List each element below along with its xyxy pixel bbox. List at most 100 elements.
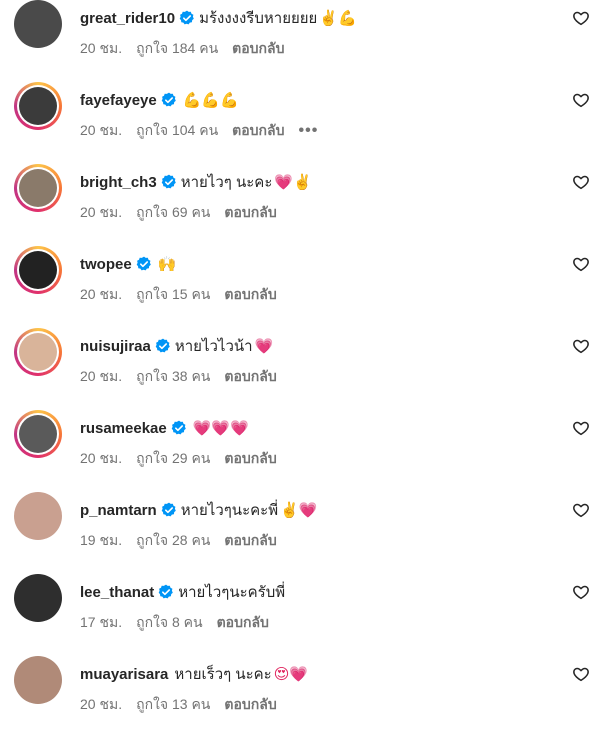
comment-timestamp[interactable]: 20 ชม. <box>80 202 122 224</box>
comment-meta: 20 ชม. ถูกใจ 104 คน ตอบกลับ ••• <box>80 120 332 142</box>
comment-item: fayefayeye 💪💪💪 20 ชม. ถูกใจ 104 คน ตอบกล… <box>0 82 600 178</box>
verified-badge-icon <box>161 92 177 108</box>
verified-badge-icon <box>179 10 195 26</box>
more-options-button[interactable]: ••• <box>299 123 319 139</box>
comment-text: หายไวๆนะครับพี่ <box>178 584 286 601</box>
comment-emoji: 💗💗💗 <box>192 419 249 437</box>
avatar[interactable] <box>14 492 62 540</box>
avatar[interactable] <box>14 574 62 622</box>
comment-emoji: 💗✌️ <box>274 173 312 191</box>
avatar-image <box>14 0 62 48</box>
avatar[interactable] <box>14 0 62 48</box>
verified-badge-icon <box>161 174 177 190</box>
like-count[interactable]: ถูกใจ 104 คน <box>136 120 218 142</box>
like-count[interactable]: ถูกใจ 184 คน <box>136 38 218 60</box>
comment-timestamp[interactable]: 20 ชม. <box>80 284 122 306</box>
reply-button[interactable]: ตอบกลับ <box>224 448 276 470</box>
avatar[interactable] <box>14 246 62 294</box>
avatar[interactable] <box>14 656 62 704</box>
comment-meta: 20 ชม. ถูกใจ 69 คน ตอบกลับ <box>80 202 291 224</box>
reply-button[interactable]: ตอบกลับ <box>224 284 276 306</box>
comment-item: bright_ch3 หายไวๆ นะคะ 💗✌️ 20 ชม. ถูกใจ … <box>0 164 600 260</box>
comment-list: great_rider10 มร้งงงงรีบหายยยย ✌️💪 20 ชม… <box>0 0 600 717</box>
comment-emoji: ✌️💪 <box>319 9 357 27</box>
avatar[interactable] <box>14 164 62 212</box>
like-heart-icon[interactable] <box>572 337 590 355</box>
avatar-image <box>19 251 57 289</box>
avatar-image <box>14 656 62 704</box>
comment-header: muayarisara หายเร็วๆ นะคะ 😍💗 <box>80 663 308 685</box>
comment-header: nuisujiraa หายไวไวน้า 💗 <box>80 335 273 357</box>
reply-button[interactable]: ตอบกลับ <box>224 530 276 552</box>
comment-meta: 19 ชม. ถูกใจ 28 คน ตอบกลับ <box>80 530 291 552</box>
like-count[interactable]: ถูกใจ 69 คน <box>136 202 210 224</box>
username-link[interactable]: muayarisara <box>80 666 168 683</box>
avatar[interactable] <box>14 410 62 458</box>
avatar-image <box>19 333 57 371</box>
comment-header: twopee 🙌 <box>80 253 176 275</box>
comment-header: lee_thanat หายไวๆนะครับพี่ <box>80 581 287 603</box>
username-link[interactable]: nuisujiraa <box>80 338 151 355</box>
like-count[interactable]: ถูกใจ 29 คน <box>136 448 210 470</box>
comment-timestamp[interactable]: 20 ชม. <box>80 366 122 388</box>
avatar-image <box>19 415 57 453</box>
comment-item: great_rider10 มร้งงงงรีบหายยยย ✌️💪 20 ชม… <box>0 0 600 96</box>
reply-button[interactable]: ตอบกลับ <box>232 120 284 142</box>
username-link[interactable]: great_rider10 <box>80 10 175 27</box>
username-link[interactable]: fayefayeye <box>80 92 157 109</box>
verified-badge-icon <box>155 338 171 354</box>
like-heart-icon[interactable] <box>572 255 590 273</box>
comment-emoji: 💗 <box>254 337 274 355</box>
comment-timestamp[interactable]: 20 ชม. <box>80 38 122 60</box>
comment-item: lee_thanat หายไวๆนะครับพี่ 17 ชม. ถูกใจ … <box>0 574 600 670</box>
reply-button[interactable]: ตอบกลับ <box>224 694 276 716</box>
comment-meta: 17 ชม. ถูกใจ 8 คน ตอบกลับ <box>80 612 283 634</box>
username-link[interactable]: twopee <box>80 256 132 273</box>
verified-badge-icon <box>136 256 152 272</box>
avatar-image <box>19 169 57 207</box>
avatar-image <box>14 574 62 622</box>
comment-meta: 20 ชม. ถูกใจ 13 คน ตอบกลับ <box>80 694 291 716</box>
comment-header: rusameekae 💗💗💗 <box>80 417 249 439</box>
comment-timestamp[interactable]: 20 ชม. <box>80 120 122 142</box>
comment-meta: 20 ชม. ถูกใจ 184 คน ตอบกลับ <box>80 38 299 60</box>
comment-item: twopee 🙌 20 ชม. ถูกใจ 15 คน ตอบกลับ <box>0 246 600 342</box>
like-count[interactable]: ถูกใจ 15 คน <box>136 284 210 306</box>
username-link[interactable]: bright_ch3 <box>80 174 157 191</box>
like-heart-icon[interactable] <box>572 9 590 27</box>
like-count[interactable]: ถูกใจ 13 คน <box>136 694 210 716</box>
like-heart-icon[interactable] <box>572 173 590 191</box>
like-heart-icon[interactable] <box>572 91 590 109</box>
username-link[interactable]: p_namtarn <box>80 502 157 519</box>
like-count[interactable]: ถูกใจ 38 คน <box>136 366 210 388</box>
comment-text: หายเร็วๆ นะคะ <box>174 666 272 683</box>
like-count[interactable]: ถูกใจ 28 คน <box>136 530 210 552</box>
like-heart-icon[interactable] <box>572 419 590 437</box>
comment-meta: 20 ชม. ถูกใจ 38 คน ตอบกลับ <box>80 366 291 388</box>
comment-text: หายไวไวน้า <box>174 338 253 355</box>
like-count[interactable]: ถูกใจ 8 คน <box>136 612 203 634</box>
like-heart-icon[interactable] <box>572 583 590 601</box>
comment-header: p_namtarn หายไวๆนะคะพี่ ✌️💗 <box>80 499 317 521</box>
verified-badge-icon <box>171 420 187 436</box>
like-heart-icon[interactable] <box>572 665 590 683</box>
username-link[interactable]: rusameekae <box>80 420 167 437</box>
reply-button[interactable]: ตอบกลับ <box>224 202 276 224</box>
comment-header: great_rider10 มร้งงงงรีบหายยยย ✌️💪 <box>80 7 357 29</box>
avatar[interactable] <box>14 82 62 130</box>
comment-timestamp[interactable]: 20 ชม. <box>80 448 122 470</box>
avatar[interactable] <box>14 328 62 376</box>
username-link[interactable]: lee_thanat <box>80 584 154 601</box>
reply-button[interactable]: ตอบกลับ <box>232 38 284 60</box>
comment-header: fayefayeye 💪💪💪 <box>80 89 239 111</box>
like-heart-icon[interactable] <box>572 501 590 519</box>
comment-text: มร้งงงงรีบหายยยย <box>199 10 318 27</box>
comment-timestamp[interactable]: 20 ชม. <box>80 694 122 716</box>
comment-timestamp[interactable]: 19 ชม. <box>80 530 122 552</box>
verified-badge-icon <box>161 502 177 518</box>
reply-button[interactable]: ตอบกลับ <box>217 612 269 634</box>
reply-button[interactable]: ตอบกลับ <box>224 366 276 388</box>
verified-badge-icon <box>158 584 174 600</box>
comment-timestamp[interactable]: 17 ชม. <box>80 612 122 634</box>
comment-emoji: 😍💗 <box>273 665 309 683</box>
